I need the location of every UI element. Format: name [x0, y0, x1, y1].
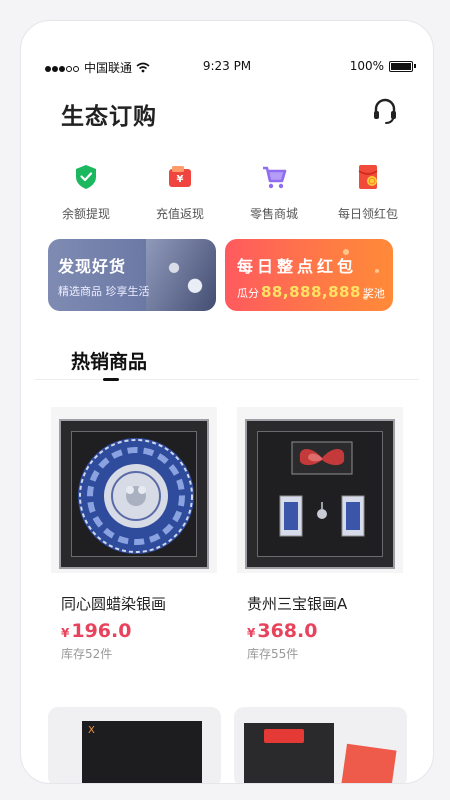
daily-suffix: 奖池 [362, 287, 385, 300]
price-value: 368.0 [257, 620, 318, 642]
status-right: 100% [349, 59, 416, 73]
cart-icon [263, 166, 287, 189]
product-name: 贵州三宝银画A [247, 595, 348, 613]
circle-pattern-art [78, 438, 194, 554]
section-divider [35, 379, 419, 380]
section-title: 热销商品 [71, 351, 148, 373]
product-card-partial[interactable] [234, 707, 407, 783]
product-image [51, 407, 217, 573]
shield-icon [76, 165, 96, 189]
quick-recharge-label: 充值返现 [155, 207, 204, 221]
quick-recharge[interactable]: ¥ 充值返现 [135, 163, 225, 222]
quick-withdraw-label: 余额提现 [61, 207, 110, 221]
framed-artwork [245, 419, 395, 569]
product-image [237, 407, 403, 573]
product-price: ¥196.0 [51, 620, 217, 642]
daily-title: 每日整点红包 [237, 257, 358, 276]
quick-mall[interactable]: 零售商城 [229, 163, 319, 222]
quick-redpacket-label: 每日领红包 [337, 207, 398, 221]
currency-symbol: ¥ [61, 626, 70, 640]
brand-mark: X [88, 725, 95, 736]
daily-amount: 88,888,888 [261, 283, 361, 301]
artwork-inner [71, 431, 197, 557]
quick-withdraw[interactable]: 余额提现 [41, 163, 131, 222]
package-partial [341, 743, 397, 783]
daily-subtitle: 瓜分 88,888,888 奖池 [237, 283, 385, 301]
discover-subtitle: 精选商品 珍享生活 [58, 285, 150, 298]
page-title: 生态订购 [61, 104, 157, 130]
jewelry-image [146, 239, 216, 311]
status-bar: 中国联通 9:23 PM 100% [21, 59, 433, 77]
discover-banner[interactable]: 发现好货 精选商品 珍享生活 [48, 239, 216, 311]
currency-symbol: ¥ [247, 626, 256, 640]
headset-icon[interactable] [371, 97, 399, 125]
product-stock: 库存55件 [247, 647, 299, 661]
wallet-icon: ¥ [169, 166, 191, 187]
product-card[interactable]: 同心圆蜡染银画 ¥196.0 库存52件 [51, 407, 217, 662]
butterfly-art [279, 441, 365, 537]
brand-tag [264, 729, 304, 743]
framed-artwork [59, 419, 209, 569]
product-price: ¥368.0 [237, 620, 403, 642]
quick-actions: 余额提现 ¥ 充值返现 零售商城 每日领红包 [41, 163, 413, 222]
price-value: 196.0 [71, 620, 132, 642]
quick-redpacket[interactable]: 每日领红包 [323, 163, 413, 222]
product-card[interactable]: 贵州三宝银画A ¥368.0 库存55件 [237, 407, 403, 662]
product-image-partial [82, 721, 202, 783]
sparkle-decoration [375, 269, 379, 273]
product-name: 同心圆蜡染银画 [61, 595, 167, 613]
daily-prefix: 瓜分 [237, 287, 259, 300]
battery-percent: 100% [349, 59, 384, 73]
red-envelope-icon [358, 165, 378, 189]
quick-mall-label: 零售商城 [249, 207, 298, 221]
product-card-partial[interactable]: X [48, 707, 221, 783]
daily-redpacket-banner[interactable]: 每日整点红包 瓜分 88,888,888 奖池 [225, 239, 393, 311]
discover-title: 发现好货 [58, 257, 127, 276]
artwork-inner [257, 431, 383, 557]
svg-text:¥: ¥ [177, 174, 184, 185]
phone-frame: 中国联通 9:23 PM 100% 生态订购 余额提现 ¥ 充值返现 零售商城 … [20, 20, 434, 784]
battery-icon [389, 60, 416, 72]
section-underline [103, 378, 119, 381]
product-stock: 库存52件 [61, 647, 113, 661]
